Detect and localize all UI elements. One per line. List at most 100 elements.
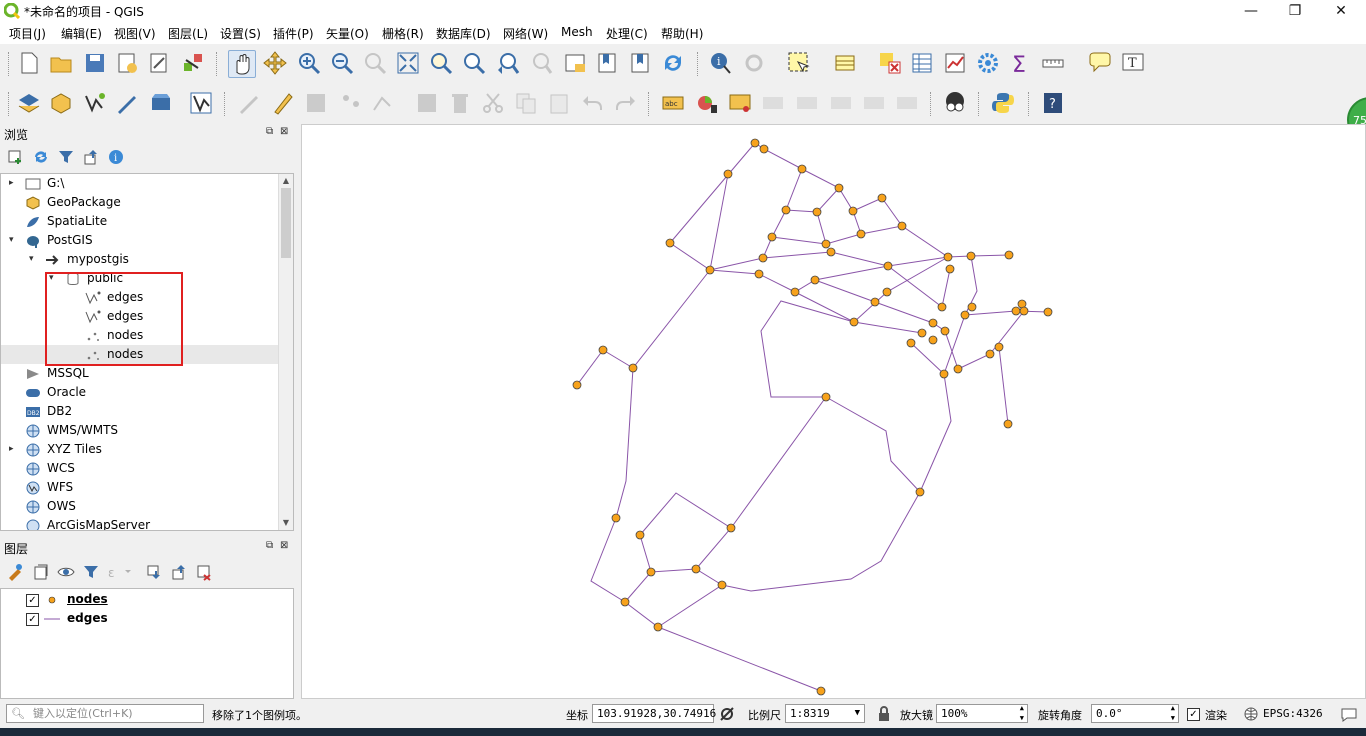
node-feature[interactable]	[1019, 306, 1029, 316]
coordinate-field[interactable]: 103.91928,30.74916	[592, 704, 716, 723]
browser-item-nodes[interactable]: nodes	[1, 326, 281, 345]
edge-feature[interactable]	[785, 209, 818, 213]
magnifier-spinbox[interactable]: 100% ▲ ▼	[936, 704, 1028, 723]
browser-item-ows[interactable]: OWS	[1, 497, 281, 516]
browser-item-public[interactable]: ▾ public	[1, 269, 281, 288]
minimize-button[interactable]: —	[1228, 0, 1274, 22]
menu-processing[interactable]: 处理(C)	[606, 25, 648, 42]
node-feature[interactable]	[994, 342, 1004, 352]
browser-item-nodes[interactable]: nodes	[1, 345, 281, 364]
node-feature[interactable]	[967, 302, 977, 312]
node-feature[interactable]	[1043, 307, 1053, 317]
undo-icon[interactable]	[580, 90, 606, 116]
style-panel-icon[interactable]	[6, 563, 24, 581]
diagram-options-icon[interactable]	[694, 90, 720, 116]
edge-feature[interactable]	[695, 396, 827, 570]
node-feature[interactable]	[821, 239, 831, 249]
node-feature[interactable]	[826, 247, 836, 257]
node-feature[interactable]	[810, 275, 820, 285]
node-feature[interactable]	[781, 205, 791, 215]
node-feature[interactable]	[723, 169, 733, 179]
layer-checkbox-nodes[interactable]: ✓	[26, 594, 39, 607]
node-feature[interactable]	[812, 207, 822, 217]
menu-database[interactable]: 数据库(D)	[436, 25, 491, 42]
run-action-icon[interactable]	[741, 50, 767, 76]
map-canvas[interactable]	[301, 124, 1366, 699]
node-feature[interactable]	[877, 193, 887, 203]
node-feature[interactable]	[635, 530, 645, 540]
zoom-last-icon[interactable]	[495, 50, 521, 76]
node-feature[interactable]	[915, 487, 925, 497]
browser-item-g[interactable]: ▸ G:\	[1, 174, 281, 193]
visibility-eye-icon[interactable]	[57, 563, 75, 581]
node-feature[interactable]	[821, 392, 831, 402]
refresh-browser-icon[interactable]	[32, 148, 50, 166]
browser-item-edges[interactable]: edges	[1, 288, 281, 307]
zoom-to-selection-icon[interactable]	[428, 50, 454, 76]
messages-icon[interactable]	[1340, 705, 1358, 723]
edge-feature[interactable]	[709, 173, 729, 271]
copy-features-icon[interactable]	[513, 90, 539, 116]
node-feature[interactable]	[939, 369, 949, 379]
node-feature[interactable]	[816, 686, 826, 696]
node-feature[interactable]	[767, 232, 777, 242]
layer-name-edges[interactable]: edges	[67, 611, 108, 625]
node-feature[interactable]	[966, 251, 976, 261]
node-feature[interactable]	[943, 252, 953, 262]
close-panel-icon[interactable]: ⊠	[280, 126, 288, 137]
zoom-out-icon[interactable]	[329, 50, 355, 76]
expand-arrow-icon[interactable]: ▾	[49, 269, 59, 288]
expand-arrow-icon[interactable]: ▸	[9, 174, 19, 193]
refresh-icon[interactable]	[660, 50, 686, 76]
node-feature[interactable]	[759, 144, 769, 154]
node-feature[interactable]	[620, 597, 630, 607]
new-geopackage-layer-icon[interactable]	[48, 90, 74, 116]
properties-info-icon[interactable]: i	[107, 148, 125, 166]
style-manager-icon[interactable]	[180, 50, 206, 76]
plugin-spy-icon[interactable]	[942, 90, 968, 116]
zoom-in-icon[interactable]	[296, 50, 322, 76]
map-svg[interactable]	[302, 125, 1366, 699]
paste-features-icon[interactable]	[546, 90, 572, 116]
node-feature[interactable]	[705, 265, 715, 275]
edge-feature[interactable]	[998, 346, 1009, 425]
node-feature[interactable]	[572, 380, 582, 390]
node-feature[interactable]	[750, 138, 760, 148]
open-attribute-table-icon[interactable]	[832, 50, 858, 76]
edge-feature[interactable]	[762, 251, 889, 267]
node-feature[interactable]	[897, 221, 907, 231]
node-feature[interactable]	[790, 287, 800, 297]
close-button[interactable]: ✕	[1318, 0, 1364, 22]
zoom-next-icon[interactable]	[528, 50, 554, 76]
zoom-to-layer-icon[interactable]	[461, 50, 487, 76]
filter-legend-icon[interactable]	[82, 563, 100, 581]
menu-vector[interactable]: 矢量(O)	[326, 25, 369, 42]
statistical-summary-icon[interactable]	[942, 50, 968, 76]
rotation-spinbox[interactable]: 0.0° ▲ ▼	[1091, 704, 1179, 723]
select-features-icon[interactable]	[786, 50, 812, 76]
filter-expression-icon[interactable]: ε	[107, 563, 133, 581]
menu-edit[interactable]: 编辑(E)	[61, 25, 102, 42]
menu-raster[interactable]: 栅格(R)	[382, 25, 424, 42]
pan-map-icon[interactable]	[228, 50, 256, 78]
edge-feature[interactable]	[639, 492, 732, 536]
toggle-editing-icon[interactable]	[270, 90, 296, 116]
layer-checkbox-edges[interactable]: ✓	[26, 613, 39, 626]
node-feature[interactable]	[928, 335, 938, 345]
node-feature[interactable]	[653, 622, 663, 632]
modify-attributes-icon[interactable]	[414, 90, 440, 116]
pan-to-selection-icon[interactable]	[262, 50, 288, 76]
help-contents-icon[interactable]: ?	[1040, 90, 1066, 116]
new-bookmark-icon[interactable]	[594, 50, 620, 76]
show-bookmarks-icon[interactable]	[627, 50, 653, 76]
filter-browser-icon[interactable]	[57, 148, 75, 166]
edge-feature[interactable]	[721, 373, 952, 592]
menu-web[interactable]: 网络(W)	[503, 25, 548, 42]
remove-layer-icon[interactable]	[195, 563, 213, 581]
measure-line-icon[interactable]	[1040, 50, 1066, 76]
menu-help[interactable]: 帮助(H)	[661, 25, 703, 42]
virtual-layer-icon[interactable]	[148, 90, 174, 116]
node-feature[interactable]	[960, 310, 970, 320]
node-feature[interactable]	[848, 206, 858, 216]
node-feature[interactable]	[628, 363, 638, 373]
